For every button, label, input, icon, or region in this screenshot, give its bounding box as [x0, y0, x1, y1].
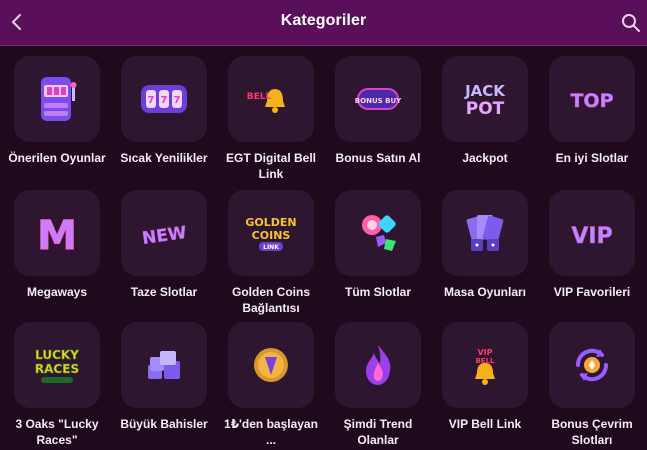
search-button[interactable]	[617, 9, 645, 37]
category-tile[interactable]: GOLDEN COINS LINK Golden Coins Bağlantıs…	[218, 190, 324, 316]
svg-text:7: 7	[148, 95, 155, 106]
category-tile[interactable]: Masa Oyunları	[432, 190, 538, 300]
svg-text:TOP: TOP	[570, 90, 613, 112]
category-tile[interactable]: BONUS BUY Bonus Satın Al	[325, 56, 431, 166]
svg-text:VIP: VIP	[477, 348, 492, 357]
category-icon-box: LUCKY RACES	[14, 322, 100, 408]
svg-text:BONUS BUY: BONUS BUY	[355, 97, 402, 105]
chip-stacks-icon	[148, 351, 180, 379]
category-label: VIP Favorileri	[553, 285, 631, 299]
category-label: En iyi Slotlar	[555, 151, 629, 165]
svg-text:LINK: LINK	[263, 244, 279, 251]
category-label: Golden Coins Bağlantısı	[232, 285, 310, 315]
svg-text:7: 7	[161, 95, 168, 106]
category-icon-box: 7 7 7	[121, 56, 207, 142]
category-tile[interactable]: Şimdi Trend Olanlar	[325, 322, 431, 448]
slot-machine-icon	[41, 77, 77, 121]
category-icon-box	[442, 190, 528, 276]
category-icon-box	[14, 56, 100, 142]
category-icon-box	[335, 190, 421, 276]
category-icon-box	[121, 322, 207, 408]
bell-link-icon: BELL	[247, 89, 285, 113]
new-icon: NEW	[141, 223, 189, 250]
category-icon-box: GOLDEN COINS LINK	[228, 190, 314, 276]
category-label: Taze Slotlar	[130, 285, 198, 299]
category-icon-box	[228, 322, 314, 408]
category-tile[interactable]: Bonus Çevrim Slotları	[539, 322, 645, 448]
jackpot-icon: JACK POT	[464, 82, 506, 119]
category-tile[interactable]: 1₺'den başlayan ...	[218, 322, 324, 448]
slot-reels-icon: 7 7 7	[141, 85, 187, 113]
svg-text:BELL: BELL	[247, 92, 272, 102]
svg-text:GOLDEN: GOLDEN	[245, 216, 296, 229]
bonus-cycle-icon	[575, 348, 609, 382]
svg-text:RACES: RACES	[35, 362, 79, 376]
category-label: 3 Oaks "Lucky Races"	[15, 417, 99, 447]
category-tile[interactable]: M Megaways	[4, 190, 110, 300]
category-icon-box: TOP	[549, 56, 635, 142]
svg-text:VIP: VIP	[571, 224, 612, 249]
category-tile[interactable]: NEW Taze Slotlar	[111, 190, 217, 300]
category-tile[interactable]: VIP BELL VIP Bell Link	[432, 322, 538, 432]
category-label: VIP Bell Link	[448, 417, 522, 431]
category-icon-box	[549, 322, 635, 408]
category-label: 1₺'den başlayan ...	[224, 417, 318, 447]
top-icon: TOP	[570, 90, 614, 113]
category-icon-box: NEW	[121, 190, 207, 276]
category-label: Masa Oyunları	[443, 285, 527, 299]
category-icon-box: BELL	[228, 56, 314, 142]
svg-text:POT: POT	[466, 99, 505, 119]
category-icon-box: JACK POT	[442, 56, 528, 142]
category-icon-box	[335, 322, 421, 408]
category-icon-box: M	[14, 190, 100, 276]
cards-dice-icon	[466, 215, 504, 251]
flame-icon	[366, 345, 391, 385]
category-label: Megaways	[26, 285, 88, 299]
golden-coins-icon: GOLDEN COINS LINK	[245, 216, 297, 251]
top-bar: Kategoriler	[0, 0, 647, 46]
category-icon-box: BONUS BUY	[335, 56, 421, 142]
coin-icon	[254, 348, 288, 382]
category-label: Önerilen Oyunlar	[8, 151, 106, 165]
category-tile[interactable]: LUCKY RACES 3 Oaks "Lucky Races"	[4, 322, 110, 448]
category-tile[interactable]: TOP En iyi Slotlar	[539, 56, 645, 166]
candy-icon	[362, 215, 396, 251]
category-label: Tüm Slotlar	[344, 285, 411, 299]
category-label: Sıcak Yenilikler	[120, 151, 208, 165]
category-tile[interactable]: BELL EGT Digital Bell Link	[218, 56, 324, 182]
category-tile[interactable]: VIP VIP Favorileri	[539, 190, 645, 300]
svg-text:COINS: COINS	[252, 229, 291, 242]
category-label: Şimdi Trend Olanlar	[343, 417, 413, 447]
svg-text:NEW: NEW	[141, 223, 188, 249]
page-title: Kategoriler	[280, 12, 367, 29]
category-icon-box: VIP	[549, 190, 635, 276]
category-label: Bonus Çevrim Slotları	[551, 417, 633, 447]
megaways-m-icon: M	[37, 213, 78, 258]
category-icon-box: VIP BELL	[442, 322, 528, 408]
svg-text:M: M	[37, 213, 77, 257]
search-icon	[622, 14, 640, 32]
svg-text:LUCKY: LUCKY	[35, 348, 79, 362]
category-tile[interactable]: Tüm Slotlar	[325, 190, 431, 300]
vip-bell-icon: VIP BELL	[475, 348, 495, 385]
svg-text:JACK: JACK	[464, 82, 506, 100]
category-label: Büyük Bahisler	[120, 417, 208, 431]
category-label: EGT Digital Bell Link	[225, 151, 316, 181]
lucky-races-icon: LUCKY RACES	[35, 348, 79, 383]
bonus-buy-icon: BONUS BUY	[355, 88, 402, 110]
category-tile[interactable]: JACK POT Jackpot	[432, 56, 538, 166]
category-tile[interactable]: Önerilen Oyunlar	[4, 56, 110, 166]
vip-icon: VIP	[571, 224, 613, 250]
category-label: Bonus Satın Al	[335, 151, 421, 165]
category-tile[interactable]: Büyük Bahisler	[111, 322, 217, 432]
category-tile[interactable]: 7 7 7 Sıcak Yenilikler	[111, 56, 217, 166]
svg-text:7: 7	[174, 95, 181, 106]
category-label: Jackpot	[462, 151, 508, 165]
